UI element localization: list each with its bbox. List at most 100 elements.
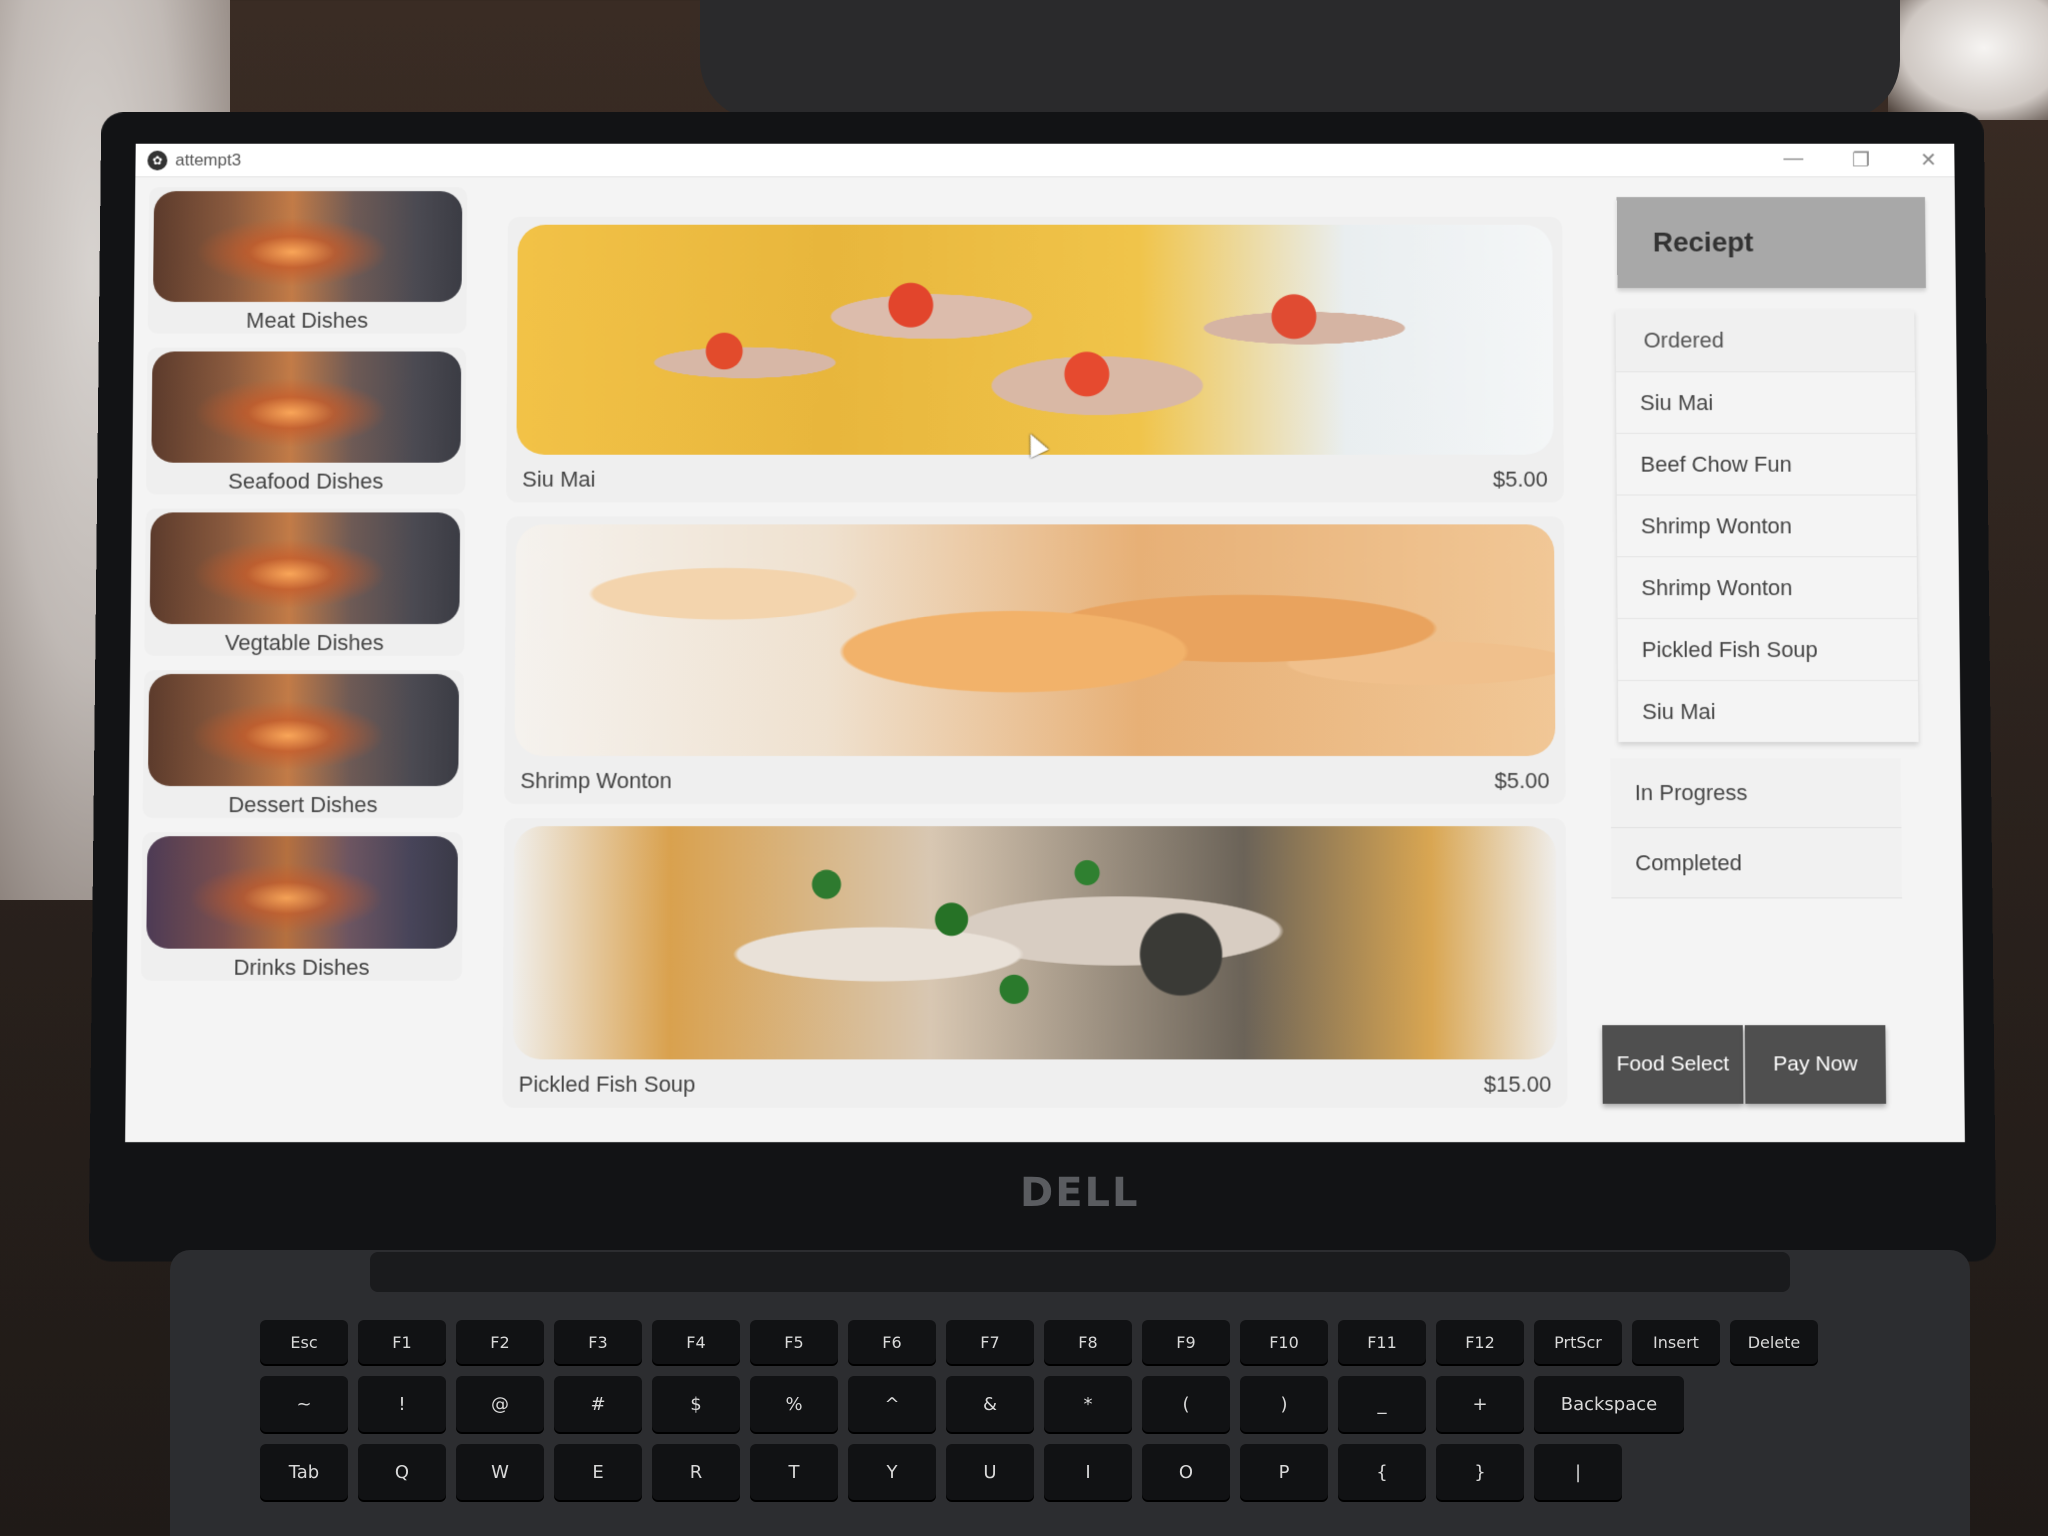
category-label: Vegtable Dishes [224, 630, 384, 656]
key: F1 [358, 1320, 446, 1364]
category-list: Meat Dishes Seafood Dishes Vegtable Dish… [140, 187, 488, 1005]
dish-name: Siu Mai [522, 466, 596, 492]
key: F4 [652, 1320, 740, 1364]
dish-photo-pickled-fish-soup [512, 826, 1558, 1060]
keyboard-top-row: Tab Q W E R T Y U I O P{} | [260, 1444, 1940, 1500]
dish-name: Shrimp Wonton [520, 768, 672, 794]
dish-card-siu-mai[interactable]: Siu Mai $5.00 [506, 216, 1564, 503]
category-label: Meat Dishes [246, 307, 369, 333]
key: F8 [1044, 1320, 1132, 1364]
keyboard-number-row: ~! @ # $% ^ & *() _ + Backspace [260, 1376, 1940, 1432]
key: PrtScr [1534, 1320, 1622, 1364]
key: P [1240, 1444, 1328, 1500]
dish-price: $5.00 [1492, 466, 1548, 492]
category-dessert-dishes[interactable]: Dessert Dishes [142, 670, 465, 819]
dish-photo-shrimp-wonton [514, 524, 1556, 757]
order-item[interactable]: Siu Mai [1615, 371, 1916, 433]
key: O [1142, 1444, 1230, 1500]
window-titlebar: ✿ attempt3 — ❐ ✕ [135, 143, 1955, 178]
app-window: ✿ attempt3 — ❐ ✕ Meat Dishes Seafood Dis… [125, 143, 1965, 1143]
category-vegtable-dishes[interactable]: Vegtable Dishes [144, 508, 466, 657]
restore-icon[interactable]: ❐ [1847, 148, 1875, 173]
key: Insert [1632, 1320, 1720, 1364]
category-label: Seafood Dishes [228, 468, 384, 494]
key: F11 [1338, 1320, 1426, 1364]
key: Q [358, 1444, 446, 1500]
laptop-brand-logo: DELL [1020, 1170, 1140, 1216]
key: ~ [260, 1376, 348, 1432]
dish-menu: Siu Mai $5.00 Shrimp Wonton $5.00 Pickle… [502, 216, 1577, 1108]
key: + [1436, 1376, 1524, 1432]
key: * [1044, 1376, 1132, 1432]
window-title: attempt3 [175, 150, 242, 169]
key: & [946, 1376, 1034, 1432]
order-item[interactable]: Siu Mai [1617, 680, 1919, 743]
key: $ [652, 1376, 740, 1432]
key: U [946, 1444, 1034, 1500]
food-select-button[interactable]: Food Select [1602, 1025, 1744, 1104]
key: F5 [750, 1320, 838, 1364]
key: ^ [848, 1376, 936, 1432]
key: Delete [1730, 1320, 1818, 1364]
dish-card-shrimp-wonton[interactable]: Shrimp Wonton $5.00 [504, 516, 1566, 805]
dish-photo-siu-mai [516, 224, 1554, 455]
key: ) [1240, 1376, 1328, 1432]
minimize-icon[interactable]: — [1779, 148, 1807, 173]
dish-price: $5.00 [1494, 768, 1550, 794]
category-image [152, 191, 463, 302]
key: ! [358, 1376, 446, 1432]
dish-name: Pickled Fish Soup [518, 1071, 696, 1097]
key: _ [1338, 1376, 1426, 1432]
key: F6 [848, 1320, 936, 1364]
ordered-list: Ordered Siu Mai Beef Chow Fun Shrimp Won… [1615, 309, 1919, 743]
receipt-header: Reciept [1616, 197, 1926, 289]
category-meat-dishes[interactable]: Meat Dishes [147, 187, 468, 334]
key: W [456, 1444, 544, 1500]
keyboard-function-row: Esc F1 F2 F3 F4 F5 F6 F7 F8 F9 F10 F11 F12 PrtScr Inse… [260, 1320, 1940, 1364]
key: @ [456, 1376, 544, 1432]
category-label: Dessert Dishes [228, 792, 378, 818]
key: E [554, 1444, 642, 1500]
action-buttons: Food Select Pay Now [1602, 1025, 1887, 1104]
completed-section[interactable]: Completed [1610, 828, 1903, 899]
pay-now-button[interactable]: Pay Now [1744, 1025, 1887, 1104]
key: % [750, 1376, 838, 1432]
laptop-bezel: ✿ attempt3 — ❐ ✕ Meat Dishes Seafood Dis… [88, 112, 1997, 1262]
order-item[interactable]: Shrimp Wonton [1617, 556, 1918, 619]
key: R [652, 1444, 740, 1500]
background-tissue [1888, 0, 2048, 120]
app-icon: ✿ [147, 150, 168, 170]
key: F10 [1240, 1320, 1328, 1364]
order-item[interactable]: Shrimp Wonton [1616, 494, 1917, 557]
key: { [1338, 1444, 1426, 1500]
background-jacket [700, 0, 1900, 120]
key: F3 [554, 1320, 642, 1364]
key: F2 [456, 1320, 544, 1364]
dish-price: $15.00 [1483, 1071, 1552, 1097]
key: ( [1142, 1376, 1230, 1432]
keyboard: Esc F1 F2 F3 F4 F5 F6 F7 F8 F9 F10 F11 F12 PrtScr Inse… [260, 1320, 1940, 1512]
category-drinks-dishes[interactable]: Drinks Dishes [140, 832, 463, 981]
dish-card-pickled-fish-soup[interactable]: Pickled Fish Soup $15.00 [502, 818, 1568, 1108]
order-item[interactable]: Beef Chow Fun [1616, 432, 1917, 495]
category-label: Drinks Dishes [233, 954, 370, 980]
key: | [1534, 1444, 1622, 1500]
key: # [554, 1376, 642, 1432]
category-image [149, 512, 461, 625]
key: Tab [260, 1444, 348, 1500]
key: Esc [260, 1320, 348, 1364]
key: F12 [1436, 1320, 1524, 1364]
category-seafood-dishes[interactable]: Seafood Dishes [145, 347, 467, 495]
receipt-panel: Reciept Ordered Siu Mai Beef Chow Fun Sh… [1597, 197, 1945, 1116]
key: } [1436, 1444, 1524, 1500]
in-progress-section[interactable]: In Progress [1610, 758, 1902, 829]
key: T [750, 1444, 838, 1500]
close-icon[interactable]: ✕ [1915, 148, 1943, 173]
key: I [1044, 1444, 1132, 1500]
category-image [146, 836, 458, 949]
laptop-hinge [370, 1252, 1790, 1292]
order-item[interactable]: Pickled Fish Soup [1617, 618, 1918, 681]
category-image [147, 674, 460, 787]
ordered-label[interactable]: Ordered [1616, 310, 1915, 371]
receipt-title: Reciept [1652, 226, 1754, 258]
